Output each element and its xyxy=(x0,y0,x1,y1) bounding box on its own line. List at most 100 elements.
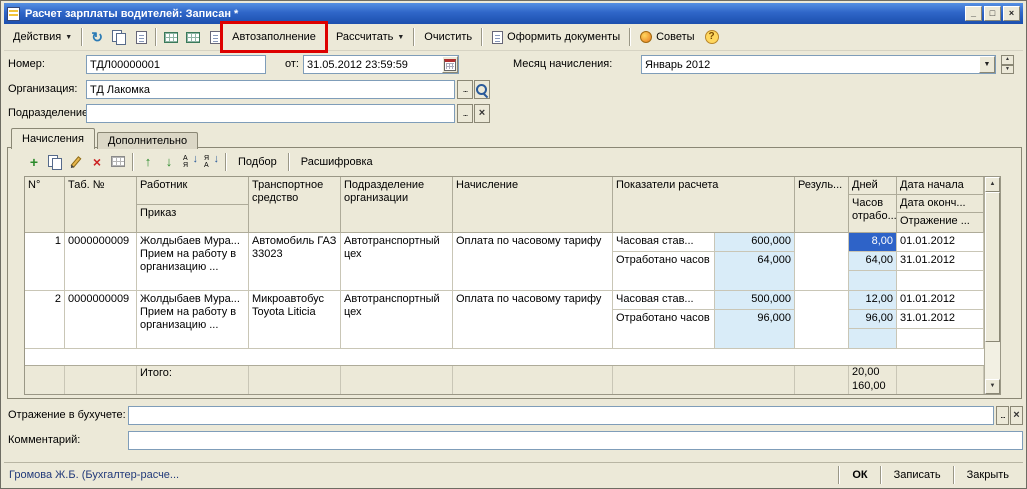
month-combobox[interactable]: Январь 2012 ▼ xyxy=(641,55,996,74)
cell-tab-no[interactable]: 0000000009 xyxy=(65,291,137,349)
tab-additional[interactable]: Дополнительно xyxy=(97,132,198,149)
cell-indicators[interactable]: Часовая став... Отработано часов 500,000… xyxy=(613,291,795,349)
indicator-name[interactable]: Часовая став... xyxy=(613,233,714,252)
cell-result[interactable] xyxy=(795,233,849,291)
organization-value: ТД Лакомка xyxy=(87,84,454,96)
print-form-button[interactable] xyxy=(204,26,226,48)
cell-worker[interactable]: Жолдыбаев Мура... Прием на работу в орга… xyxy=(137,291,249,349)
reflection-input[interactable] xyxy=(128,406,994,425)
table-settings-button[interactable] xyxy=(182,26,204,48)
reflection-clear-button[interactable]: × xyxy=(1010,406,1023,425)
sort-ascending-button[interactable]: АЯ↓ xyxy=(180,152,200,172)
autofill-button[interactable]: Автозаполнение xyxy=(226,26,322,48)
cell-dates[interactable]: 01.01.2012 31.01.2012 xyxy=(897,291,984,349)
maximize-button[interactable]: □ xyxy=(984,6,1001,21)
hours-value[interactable]: 64,00 xyxy=(849,252,896,271)
month-dropdown-button[interactable]: ▼ xyxy=(979,56,995,73)
indicator-name[interactable]: Отработано часов xyxy=(613,310,714,348)
indicator-value[interactable]: 600,000 xyxy=(715,233,794,252)
autofill-label: Автозаполнение xyxy=(232,31,316,43)
spin-up-button[interactable]: ▲ xyxy=(1001,55,1014,65)
add-row-button[interactable]: + xyxy=(24,152,44,172)
spin-down-button[interactable]: ▼ xyxy=(1001,65,1014,75)
date-start[interactable]: 01.01.2012 xyxy=(897,233,983,252)
sort-descending-button[interactable]: ЯА↓ xyxy=(201,152,221,172)
cell-dates[interactable]: 01.01.2012 31.01.2012 xyxy=(897,233,984,291)
cell-days-hours[interactable]: 12,00 96,00 xyxy=(849,291,897,349)
indicator-value[interactable]: 96,000 xyxy=(715,310,794,327)
pick-button[interactable]: Подбор xyxy=(231,153,284,171)
days-value[interactable]: 12,00 xyxy=(849,291,896,310)
cell-num[interactable]: 1 xyxy=(25,233,65,291)
table-row[interactable]: 2 0000000009 Жолдыбаев Мура... Прием на … xyxy=(25,291,984,349)
calculate-button[interactable]: Рассчитать ▼ xyxy=(330,26,410,48)
calendar-button[interactable] xyxy=(442,56,458,73)
date-end[interactable]: 31.01.2012 xyxy=(897,252,983,271)
cell-department[interactable]: Автотранспортный цех xyxy=(341,291,453,349)
help-button[interactable]: ? xyxy=(701,26,723,48)
ok-button[interactable]: ОК xyxy=(843,467,876,483)
date-input[interactable]: 31.05.2012 23:59:59 xyxy=(303,55,459,74)
indicator-name[interactable]: Отработано часов xyxy=(613,252,714,290)
department-clear-button[interactable]: × xyxy=(474,104,490,123)
clear-icon: × xyxy=(479,108,485,119)
number-label: Номер: xyxy=(8,58,45,70)
number-input[interactable]: ТДЛ00000001 xyxy=(86,55,266,74)
cell-result[interactable] xyxy=(795,291,849,349)
totals-cell xyxy=(613,366,795,394)
cell-worker[interactable]: Жолдыбаев Мура... Прием на работу в орга… xyxy=(137,233,249,291)
cell-tab-no[interactable]: 0000000009 xyxy=(65,233,137,291)
minimize-button[interactable]: _ xyxy=(965,6,982,21)
cell-vehicle[interactable]: Микроавтобус Toyota Liticia xyxy=(249,291,341,349)
indicator-name[interactable]: Часовая став... xyxy=(613,291,714,310)
organization-input[interactable]: ТД Лакомка xyxy=(86,80,455,99)
decode-button[interactable]: Расшифровка xyxy=(294,153,380,171)
scroll-down-button[interactable]: ▼ xyxy=(985,379,1000,394)
cell-indicators[interactable]: Часовая став... Отработано часов 600,000… xyxy=(613,233,795,291)
end-edit-button[interactable] xyxy=(108,152,128,172)
hours-value[interactable]: 96,00 xyxy=(849,310,896,329)
delete-row-button[interactable]: × xyxy=(87,152,107,172)
date-end[interactable]: 31.01.2012 xyxy=(897,310,983,329)
reread-button[interactable]: ↻ xyxy=(86,26,108,48)
indicator-value[interactable]: 500,000 xyxy=(715,291,794,310)
cell-department[interactable]: Автотранспортный цех xyxy=(341,233,453,291)
table-row[interactable]: 1 0000000009 Жолдыбаев Мура... Прием на … xyxy=(25,233,984,291)
actions-button[interactable]: Действия ▼ xyxy=(7,26,78,48)
write-document-button[interactable] xyxy=(130,26,152,48)
organization-open-button[interactable] xyxy=(474,80,490,99)
toolbar-separator xyxy=(155,28,157,46)
edit-row-button[interactable] xyxy=(66,152,86,172)
date-start[interactable]: 01.01.2012 xyxy=(897,291,983,310)
copy-row-button[interactable] xyxy=(45,152,65,172)
department-input[interactable] xyxy=(86,104,455,123)
copy-document-button[interactable] xyxy=(108,26,130,48)
close-window-button[interactable]: Закрыть xyxy=(958,467,1018,483)
tips-button[interactable]: Советы xyxy=(634,26,700,48)
cell-vehicle[interactable]: Автомобиль ГАЗ 33023 xyxy=(249,233,341,291)
days-value-selected[interactable]: 8,00 xyxy=(849,233,896,252)
scrollbar-thumb[interactable] xyxy=(985,192,1000,342)
cell-accrual[interactable]: Оплата по часовому тарифу xyxy=(453,291,613,349)
close-button[interactable]: × xyxy=(1003,6,1020,21)
tab-accruals[interactable]: Начисления xyxy=(11,128,95,149)
vertical-scrollbar[interactable]: ▲ ▼ xyxy=(984,177,1000,394)
cell-num[interactable]: 2 xyxy=(25,291,65,349)
indicator-value[interactable]: 64,000 xyxy=(715,252,794,269)
cell-days-hours[interactable]: 8,00 64,00 xyxy=(849,233,897,291)
table-structure-button[interactable] xyxy=(160,26,182,48)
month-spinner: ▲ ▼ xyxy=(1001,55,1014,74)
department-select-button[interactable]: ... xyxy=(457,104,473,123)
month-value: Январь 2012 xyxy=(642,59,979,71)
save-button[interactable]: Записать xyxy=(885,467,950,483)
cell-accrual[interactable]: Оплата по часовому тарифу xyxy=(453,233,613,291)
organization-select-button[interactable]: ... xyxy=(457,80,473,99)
move-down-button[interactable]: ↓ xyxy=(159,152,179,172)
scrollbar-track[interactable] xyxy=(985,342,1000,379)
make-documents-button[interactable]: Оформить документы xyxy=(486,26,626,48)
clear-button[interactable]: Очистить xyxy=(418,26,478,48)
move-up-button[interactable]: ↑ xyxy=(138,152,158,172)
reflection-select-button[interactable]: ... xyxy=(996,406,1009,425)
scroll-up-button[interactable]: ▲ xyxy=(985,177,1000,192)
comment-input[interactable] xyxy=(128,431,1023,450)
